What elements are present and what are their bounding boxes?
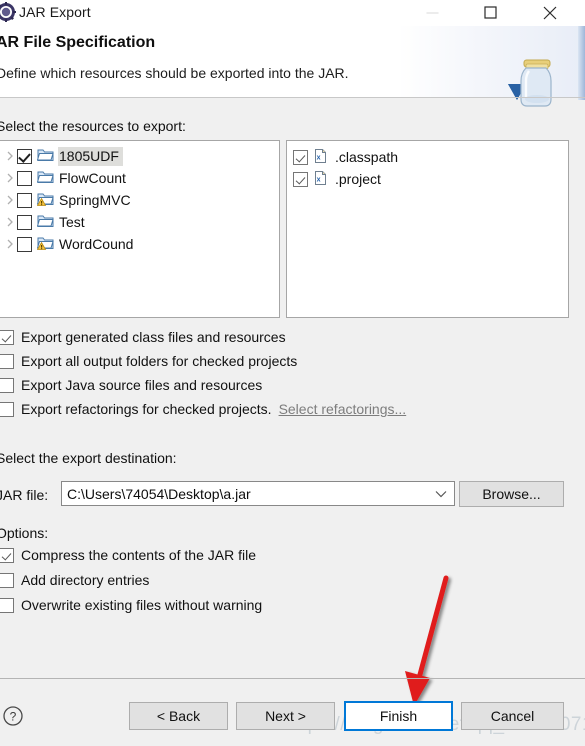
folder-icon xyxy=(36,169,55,187)
chevron-right-icon[interactable] xyxy=(3,233,17,255)
page-title: AR File Specification xyxy=(0,34,156,51)
chevron-down-icon[interactable] xyxy=(428,482,454,505)
xml-file-icon: x xyxy=(313,148,331,166)
export-option-row[interactable]: Export refactorings for checked projects… xyxy=(0,401,406,417)
chevron-right-icon[interactable] xyxy=(3,145,17,167)
tree-row-project[interactable]: WordCound xyxy=(0,233,279,255)
file-row[interactable]: x .classpath xyxy=(293,146,568,168)
svg-text:x: x xyxy=(317,154,321,161)
close-icon[interactable] xyxy=(527,0,572,26)
resource-files-panel[interactable]: x .classpath x .project xyxy=(286,140,569,318)
tree-row-label: SpringMVC xyxy=(59,191,131,208)
tree-row-label: 1805UDF xyxy=(58,146,123,166)
minimize-icon[interactable] xyxy=(410,0,455,26)
option-row[interactable]: Add directory entries xyxy=(0,572,149,588)
tree-row-checkbox[interactable] xyxy=(17,236,32,252)
jar-illustration-icon xyxy=(500,54,562,120)
tree-row-checkbox[interactable] xyxy=(17,170,32,186)
finish-button[interactable]: Finish xyxy=(344,701,453,731)
tree-row-checkbox[interactable] xyxy=(17,148,32,164)
option-row[interactable]: Compress the contents of the JAR file xyxy=(0,547,256,563)
destination-label: Select the export destination: xyxy=(0,450,177,466)
file-row-checkbox[interactable] xyxy=(293,171,308,187)
tree-row-label: FlowCount xyxy=(59,169,126,186)
export-option-label: Export all output folders for checked pr… xyxy=(21,353,298,369)
back-button[interactable]: < Back xyxy=(129,702,228,730)
resources-label: Select the resources to export: xyxy=(0,118,186,134)
export-option-label: Export Java source files and resources xyxy=(21,377,263,393)
file-row[interactable]: x .project xyxy=(293,168,568,190)
footer-separator xyxy=(0,678,585,679)
export-option-checkbox[interactable] xyxy=(0,377,14,393)
option-checkbox[interactable] xyxy=(0,572,14,588)
tree-row-checkbox[interactable] xyxy=(17,214,32,230)
jar-export-dialog: JAR Export AR File Specification Define … xyxy=(0,0,585,746)
svg-text:x: x xyxy=(317,176,321,183)
xml-file-icon: x xyxy=(313,170,331,188)
svg-text:?: ? xyxy=(10,710,17,724)
project-tree-panel[interactable]: 1805UDF FlowCount SpringMVC Test WordCou… xyxy=(0,140,280,318)
tree-row-label: WordCound xyxy=(59,235,134,252)
options-label: Options: xyxy=(0,525,49,541)
file-row-label: .project xyxy=(335,170,381,187)
tree-row-project[interactable]: Test xyxy=(0,211,279,233)
header-banner: AR File Specification Define which resou… xyxy=(0,26,585,107)
option-label: Compress the contents of the JAR file xyxy=(21,547,256,563)
jar-file-label: JAR file: xyxy=(0,487,49,503)
eclipse-jar-icon xyxy=(0,2,16,22)
folder-icon xyxy=(36,147,55,165)
select-refactorings-link[interactable]: Select refactorings... xyxy=(279,401,407,417)
option-label: Overwrite existing files without warning xyxy=(21,597,263,613)
browse-button[interactable]: Browse... xyxy=(459,481,564,507)
chevron-right-icon[interactable] xyxy=(3,211,17,233)
export-option-label: Export generated class files and resourc… xyxy=(21,329,286,345)
header-separator xyxy=(0,97,585,98)
file-row-checkbox[interactable] xyxy=(293,149,308,165)
tree-row-project[interactable]: 1805UDF xyxy=(0,145,279,167)
tree-row-label: Test xyxy=(59,213,85,230)
folder-icon xyxy=(36,213,55,231)
export-option-row[interactable]: Export all output folders for checked pr… xyxy=(0,353,297,369)
jar-file-input[interactable]: C:\Users\74054\Desktop\a.jar xyxy=(62,486,428,502)
cancel-button[interactable]: Cancel xyxy=(461,702,564,730)
window-title: JAR Export xyxy=(19,4,91,20)
export-option-checkbox[interactable] xyxy=(0,329,14,345)
maximize-icon[interactable] xyxy=(468,0,513,26)
page-subtitle: Define which resources should be exporte… xyxy=(0,65,349,81)
file-row-label: .classpath xyxy=(335,148,399,165)
option-checkbox[interactable] xyxy=(0,597,14,613)
title-bar: JAR Export xyxy=(0,0,585,26)
export-option-checkbox[interactable] xyxy=(0,353,14,369)
export-option-row[interactable]: Export Java source files and resources xyxy=(0,377,262,393)
tree-row-project[interactable]: FlowCount xyxy=(0,167,279,189)
annotation-arrow-icon xyxy=(360,560,480,710)
export-option-checkbox[interactable] xyxy=(0,401,14,417)
header-edge xyxy=(578,26,585,100)
jar-file-combo[interactable]: C:\Users\74054\Desktop\a.jar xyxy=(61,481,455,506)
chevron-right-icon[interactable] xyxy=(3,189,17,211)
export-option-row[interactable]: Export generated class files and resourc… xyxy=(0,329,286,345)
next-button[interactable]: Next > xyxy=(236,702,335,730)
export-option-label: Export refactorings for checked projects… xyxy=(21,401,272,417)
tree-row-checkbox[interactable] xyxy=(17,192,32,208)
help-icon[interactable]: ? xyxy=(2,705,24,727)
chevron-right-icon[interactable] xyxy=(3,167,17,189)
folder-warning-icon xyxy=(36,191,55,209)
option-row[interactable]: Overwrite existing files without warning xyxy=(0,597,262,613)
option-checkbox[interactable] xyxy=(0,547,14,563)
tree-row-project[interactable]: SpringMVC xyxy=(0,189,279,211)
option-label: Add directory entries xyxy=(21,572,150,588)
folder-warning-icon xyxy=(36,235,55,253)
